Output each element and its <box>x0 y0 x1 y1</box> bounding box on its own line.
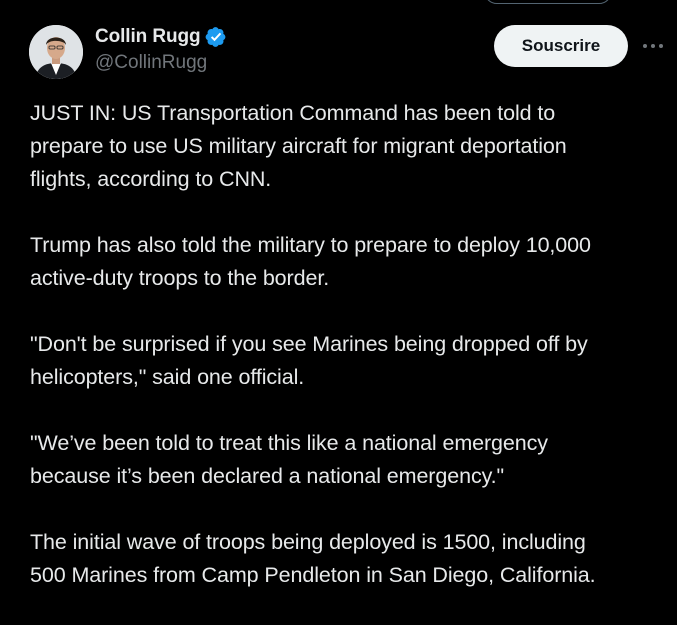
tweet-text: JUST IN: US Transportation Command has b… <box>30 97 670 625</box>
author-handle[interactable]: @CollinRugg <box>95 52 227 74</box>
top-partial-button[interactable] <box>484 0 612 4</box>
tweet-paragraph: "Don't be surprised if you see Marines b… <box>30 332 588 389</box>
verified-badge-icon <box>205 27 225 47</box>
tweet-paragraph: "We’ve been told to treat this like a na… <box>30 431 548 488</box>
more-horizontal-icon <box>643 44 663 48</box>
subscribe-button[interactable]: Souscrire <box>494 25 628 67</box>
avatar-image <box>29 25 83 79</box>
more-options-button[interactable] <box>640 34 666 58</box>
avatar[interactable] <box>29 25 83 79</box>
tweet-paragraph: The initial wave of troops being deploye… <box>30 530 596 587</box>
tweet-paragraph: Trump has also told the military to prep… <box>30 233 591 290</box>
tweet-paragraph: JUST IN: US Transportation Command has b… <box>30 101 567 191</box>
author-info: Collin Rugg @CollinRugg <box>95 25 227 74</box>
author-display-name[interactable]: Collin Rugg <box>95 26 201 48</box>
